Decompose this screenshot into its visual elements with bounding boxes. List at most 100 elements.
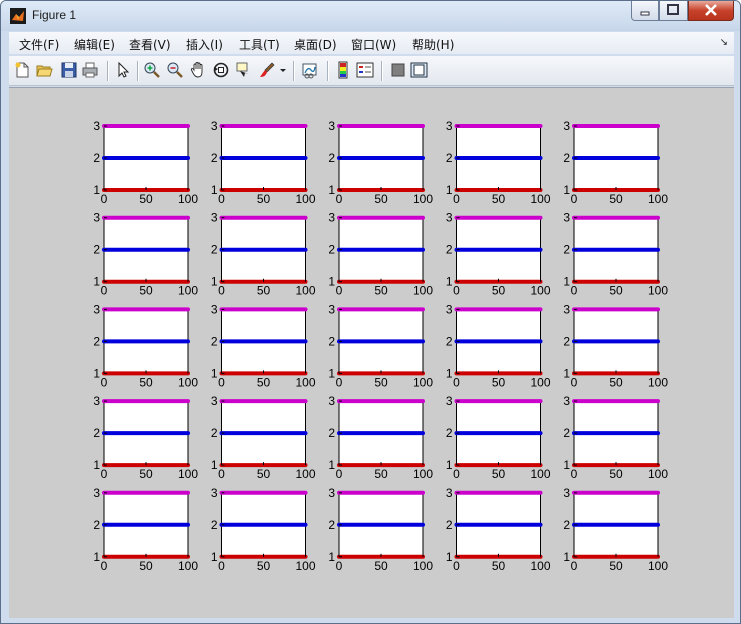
y-tick-label: 2: [446, 151, 453, 165]
y-tick-label: 1: [446, 458, 453, 472]
menu-edit[interactable]: 编辑(E): [74, 36, 115, 53]
y-tick-label: 3: [93, 302, 100, 316]
x-tick-label: 0: [336, 375, 343, 389]
y-tick-label: 3: [211, 486, 218, 500]
matlab-icon: [10, 8, 26, 24]
x-tick-label: 0: [453, 559, 460, 573]
y-tick-label: 3: [563, 211, 570, 225]
x-tick-label: 50: [257, 375, 271, 389]
minimize-icon: [640, 11, 650, 16]
menu-file[interactable]: 文件(F): [19, 36, 59, 53]
link-plot-icon[interactable]: [301, 61, 319, 79]
y-tick-label: 1: [211, 275, 218, 289]
y-tick-label: 1: [446, 550, 453, 564]
subplot-axes: 1 2 3 0 50 100: [328, 211, 433, 298]
y-tick-label: 1: [563, 550, 570, 564]
subplot-axes: 1 2 3 0 50 100: [211, 394, 316, 481]
x-tick-label: 100: [530, 192, 550, 206]
menu-view[interactable]: 查看(V): [129, 36, 171, 53]
subplot-axes: 1 2 3 0 50 100: [211, 486, 316, 573]
data-cursor-icon[interactable]: [235, 61, 253, 79]
x-tick-label: 0: [571, 559, 578, 573]
subplot-axes: 1 2 3 0 50 100: [328, 302, 433, 389]
rotate-3d-icon[interactable]: [212, 61, 230, 79]
zoom-out-icon[interactable]: [166, 61, 184, 79]
y-tick-label: 1: [93, 550, 100, 564]
x-tick-label: 100: [413, 375, 433, 389]
subplot-axes: 1 2 3 0 50 100: [328, 119, 433, 206]
x-tick-label: 0: [218, 467, 225, 481]
y-tick-label: 1: [211, 366, 218, 380]
minimize-button[interactable]: [631, 1, 659, 21]
x-tick-label: 100: [530, 467, 550, 481]
menu-overflow-icon[interactable]: ↘: [720, 37, 728, 48]
zoom-in-icon[interactable]: [143, 61, 161, 79]
y-tick-label: 1: [93, 366, 100, 380]
x-tick-label: 100: [648, 375, 668, 389]
x-tick-label: 0: [101, 284, 108, 298]
print-icon[interactable]: [81, 61, 99, 79]
y-tick-label: 2: [563, 151, 570, 165]
x-tick-label: 0: [571, 192, 578, 206]
y-tick-label: 2: [563, 518, 570, 532]
menu-tools[interactable]: 工具(T): [239, 36, 280, 53]
hide-plot-tools-icon[interactable]: [389, 61, 407, 79]
x-tick-label: 0: [101, 375, 108, 389]
show-plot-tools-icon[interactable]: [410, 61, 428, 79]
x-tick-label: 0: [571, 467, 578, 481]
y-tick-label: 3: [563, 394, 570, 408]
menu-help[interactable]: 帮助(H): [412, 36, 454, 53]
y-tick-label: 2: [563, 426, 570, 440]
x-tick-label: 0: [218, 375, 225, 389]
subplot-axes: 1 2 3 0 50 100: [211, 119, 316, 206]
y-tick-label: 1: [328, 366, 335, 380]
y-tick-label: 1: [328, 458, 335, 472]
y-tick-label: 2: [211, 334, 218, 348]
menu-insert[interactable]: 插入(I): [186, 36, 223, 53]
x-tick-label: 50: [609, 375, 623, 389]
x-tick-label: 50: [374, 467, 388, 481]
pan-icon[interactable]: [189, 61, 207, 79]
x-tick-label: 0: [101, 192, 108, 206]
legend-icon[interactable]: [356, 61, 374, 79]
subplot-axes: 1 2 3 0 50 100: [93, 394, 198, 481]
y-tick-label: 1: [93, 275, 100, 289]
x-tick-label: 100: [178, 375, 198, 389]
y-tick-label: 3: [93, 211, 100, 225]
x-tick-label: 100: [295, 192, 315, 206]
brush-icon[interactable]: [258, 61, 276, 79]
y-tick-label: 2: [211, 151, 218, 165]
subplot-axes: 1 2 3 0 50 100: [563, 119, 668, 206]
title-bar[interactable]: Figure 1: [1, 1, 740, 31]
y-tick-label: 2: [446, 426, 453, 440]
new-figure-icon[interactable]: [13, 61, 31, 79]
save-icon[interactable]: [60, 61, 78, 79]
colorbar-icon[interactable]: [334, 61, 352, 79]
menu-desktop[interactable]: 桌面(D): [294, 36, 337, 53]
close-button[interactable]: [688, 1, 734, 21]
menu-window[interactable]: 窗口(W): [351, 36, 396, 53]
x-tick-label: 50: [139, 375, 153, 389]
y-tick-label: 3: [328, 302, 335, 316]
brush-dropdown-icon[interactable]: [279, 61, 287, 79]
y-tick-label: 2: [93, 243, 100, 257]
x-tick-label: 0: [218, 284, 225, 298]
x-tick-label: 0: [218, 192, 225, 206]
x-tick-label: 50: [374, 559, 388, 573]
maximize-button[interactable]: [659, 1, 688, 21]
y-tick-label: 2: [328, 243, 335, 257]
y-tick-label: 1: [563, 458, 570, 472]
x-tick-label: 50: [257, 192, 271, 206]
y-tick-label: 3: [328, 119, 335, 133]
y-tick-label: 3: [211, 302, 218, 316]
select-arrow-icon[interactable]: [114, 61, 132, 79]
x-tick-label: 50: [492, 192, 506, 206]
x-tick-label: 100: [295, 375, 315, 389]
subplot-axes: 1 2 3 0 50 100: [93, 211, 198, 298]
y-tick-label: 3: [328, 211, 335, 225]
y-tick-label: 2: [446, 243, 453, 257]
open-file-icon[interactable]: [35, 61, 53, 79]
y-tick-label: 2: [563, 334, 570, 348]
y-tick-label: 2: [328, 426, 335, 440]
x-tick-label: 50: [139, 467, 153, 481]
